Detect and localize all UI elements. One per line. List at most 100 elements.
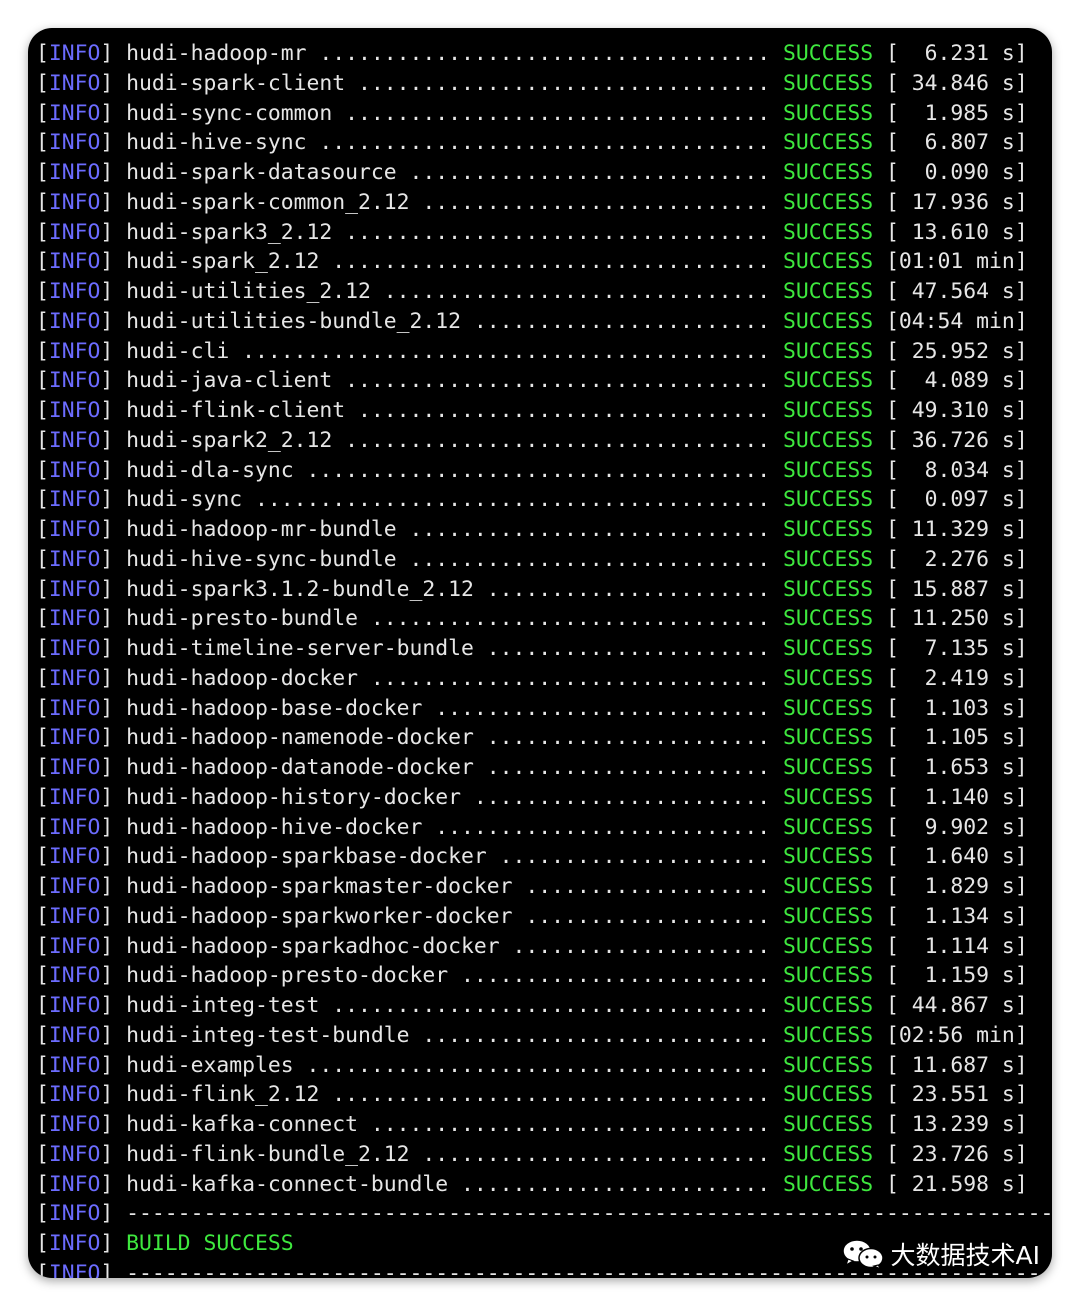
build-time: 2.419 s — [898, 665, 1015, 691]
info-tag: INFO — [48, 487, 101, 513]
info-tag: INFO — [48, 338, 101, 364]
log-row: [INFO] hudi-hadoop-mr-bundle ...........… — [36, 517, 1028, 542]
log-row: [INFO] hudi-hadoop-base-docker .........… — [36, 695, 1028, 721]
log-row: [INFO] hudi-cli ........................… — [36, 338, 1028, 364]
log-row: [INFO] hudi-spark2_2.12 ................… — [36, 427, 1028, 453]
status-text: SUCCESS — [782, 665, 874, 691]
log-row: [INFO] hudi-hadoop-presto-docker .......… — [36, 963, 1028, 989]
log-row: [INFO] hudi-hadoop-sparkadhoc-docker ...… — [36, 933, 1028, 959]
build-time: 1.114 s — [898, 933, 1015, 959]
build-time: 1.640 s — [898, 844, 1015, 870]
info-tag: INFO — [48, 695, 101, 721]
log-row: [INFO] hudi-hadoop-sparkworker-docker ..… — [36, 903, 1028, 929]
watermark-text: 大数据技术AI — [890, 1241, 1040, 1270]
status-text: SUCCESS — [782, 279, 874, 304]
status-text: SUCCESS — [782, 725, 874, 751]
build-time: 15.887 s — [898, 576, 1015, 602]
terminal-window: [INFO] hudi-hadoop-mr ..................… — [28, 28, 1052, 1278]
build-time: 49.310 s — [898, 398, 1015, 423]
module-name: hudi-integ-test-bundle — [126, 1022, 410, 1048]
module-name: hudi-kafka-connect — [126, 1112, 358, 1137]
build-time: 1.829 s — [898, 874, 1015, 899]
log-row: [INFO] hudi-spark3_2.12 ................… — [36, 219, 1028, 245]
module-name: hudi-hadoop-presto-docker — [126, 963, 449, 989]
status-text: SUCCESS — [782, 130, 874, 156]
build-time: 21.598 s — [898, 1171, 1015, 1197]
status-text: SUCCESS — [782, 487, 874, 513]
log-row: [INFO] hudi-hadoop-sparkbase-docker ....… — [36, 844, 1028, 870]
log-row: [INFO] hudi-hadoop-datanode-docker .....… — [36, 755, 1028, 780]
status-text: SUCCESS — [782, 755, 874, 780]
info-tag: INFO — [48, 874, 101, 899]
status-text: SUCCESS — [782, 338, 874, 364]
module-name: hudi-presto-bundle — [126, 606, 358, 632]
status-text: SUCCESS — [782, 427, 874, 453]
info-tag: INFO — [48, 517, 101, 542]
module-name: hudi-timeline-server-bundle — [126, 636, 474, 661]
module-name: hudi-hadoop-sparkbase-docker — [126, 844, 487, 870]
module-name: hudi-hadoop-history-docker — [126, 784, 462, 810]
module-name: hudi-hadoop-sparkmaster-docker — [126, 874, 513, 899]
status-text: SUCCESS — [782, 606, 874, 632]
build-time: 1.159 s — [898, 963, 1015, 989]
build-time: 4.089 s — [898, 368, 1015, 394]
log-row: [INFO] hudi-spark_2.12 .................… — [36, 249, 1028, 275]
status-text: SUCCESS — [782, 933, 874, 959]
build-time: 2.276 s — [898, 546, 1015, 572]
log-row: [INFO] hudi-dla-sync ...................… — [36, 457, 1028, 483]
info-tag: INFO — [48, 993, 101, 1018]
info-tag: INFO — [48, 368, 101, 394]
status-text: SUCCESS — [782, 695, 874, 721]
log-row: [INFO] hudi-integ-test-bundle ..........… — [36, 1022, 1028, 1048]
build-time: 1.985 s — [898, 100, 1015, 126]
build-time: 25.952 s — [898, 338, 1015, 364]
log-row: [INFO] hudi-flink-client ...............… — [36, 398, 1028, 423]
module-name: hudi-kafka-connect-bundle — [126, 1171, 449, 1197]
log-row: [INFO] hudi-flink-bundle_2.12 ..........… — [36, 1141, 1028, 1167]
log-row: [INFO] hudi-spark3.1.2-bundle_2.12 .....… — [36, 576, 1028, 602]
module-name: hudi-hadoop-hive-docker — [126, 814, 423, 840]
log-row: [INFO] hudi-hadoop-mr ..................… — [36, 41, 1028, 66]
info-tag: INFO — [48, 1201, 101, 1227]
log-row: [INFO] hudi-utilities-bundle_2.12 ......… — [36, 308, 1028, 334]
info-tag: INFO — [48, 814, 101, 840]
module-name: hudi-spark-client — [126, 70, 346, 96]
status-text: SUCCESS — [782, 189, 874, 215]
info-tag: INFO — [48, 1052, 101, 1078]
status-text: SUCCESS — [782, 100, 874, 126]
log-row: [INFO] hudi-sync-common ................… — [36, 100, 1028, 126]
build-time: 02:56 min — [898, 1022, 1015, 1048]
info-tag: INFO — [48, 576, 101, 602]
build-time: 9.902 s — [898, 814, 1015, 840]
status-text: SUCCESS — [782, 636, 874, 661]
status-text: SUCCESS — [782, 41, 874, 66]
info-tag: INFO — [48, 784, 101, 810]
info-tag: INFO — [48, 189, 101, 215]
status-text: SUCCESS — [782, 1141, 874, 1167]
build-result: BUILD SUCCESS — [126, 1231, 294, 1256]
info-tag: INFO — [48, 636, 101, 661]
info-tag: INFO — [48, 725, 101, 751]
build-time: 11.329 s — [898, 517, 1015, 542]
build-time: 36.726 s — [898, 427, 1015, 453]
info-tag: INFO — [48, 100, 101, 126]
module-name: hudi-hadoop-sparkadhoc-docker — [126, 933, 500, 959]
info-tag: INFO — [48, 903, 101, 929]
log-row: [INFO] hudi-utilities_2.12 .............… — [36, 279, 1028, 304]
log-row: [INFO] hudi-flink_2.12 .................… — [36, 1082, 1028, 1108]
info-tag: INFO — [48, 933, 101, 959]
build-time: 23.726 s — [898, 1141, 1015, 1167]
info-tag: INFO — [48, 1112, 101, 1137]
module-name: hudi-hadoop-datanode-docker — [126, 755, 474, 780]
build-time: 11.250 s — [898, 606, 1015, 632]
status-text: SUCCESS — [782, 457, 874, 483]
status-text: SUCCESS — [782, 517, 874, 542]
module-name: hudi-dla-sync — [126, 457, 294, 483]
watermark: 大数据技术AI — [841, 1236, 1040, 1272]
status-text: SUCCESS — [782, 249, 874, 275]
status-text: SUCCESS — [782, 160, 874, 185]
build-time: 13.610 s — [898, 219, 1015, 245]
build-time: 7.135 s — [898, 636, 1015, 661]
log-row: [INFO] hudi-presto-bundle ..............… — [36, 606, 1028, 632]
info-tag: INFO — [48, 755, 101, 780]
